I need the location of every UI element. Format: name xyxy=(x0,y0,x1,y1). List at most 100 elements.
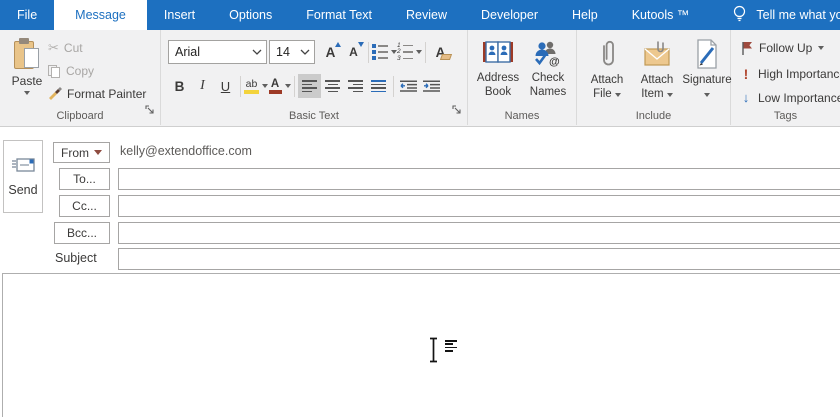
chevron-down-icon[interactable] xyxy=(300,49,310,55)
group-names: Address Book @ Check Names Names xyxy=(468,30,577,125)
check-names-icon: @ xyxy=(535,41,560,67)
font-size-combobox[interactable]: 14 xyxy=(269,40,315,64)
tab-file[interactable]: File xyxy=(0,0,54,30)
tab-review[interactable]: Review xyxy=(389,0,464,30)
from-dropdown-icon xyxy=(94,150,102,155)
tab-options[interactable]: Options xyxy=(212,0,289,30)
paste-dropdown-icon[interactable] xyxy=(24,91,30,95)
names-group-label: Names xyxy=(504,110,540,122)
ribbon-tab-bar: File Message Insert Options Format Text … xyxy=(0,0,840,30)
bold-button[interactable]: B xyxy=(168,74,191,98)
bold-icon: B xyxy=(174,78,185,94)
include-group-label: Include xyxy=(635,110,672,122)
copy-icon xyxy=(48,64,61,78)
underline-button[interactable]: U xyxy=(214,74,237,98)
check-names-label-line2: Names xyxy=(529,86,567,98)
numbering-button[interactable]: 1 2 3 xyxy=(397,40,422,64)
cut-button: ✂ Cut xyxy=(46,38,160,58)
signature-dropdown-icon[interactable] xyxy=(704,93,710,97)
numbering-dropdown-icon[interactable] xyxy=(416,50,422,54)
send-button[interactable]: Send xyxy=(3,140,43,213)
cc-input[interactable] xyxy=(118,195,840,217)
attach-item-dropdown-icon[interactable] xyxy=(666,93,673,97)
font-color-button[interactable]: A xyxy=(268,74,291,98)
clipboard-dialog-launcher-icon[interactable] xyxy=(145,102,155,120)
tab-help[interactable]: Help xyxy=(555,0,615,30)
align-left-icon xyxy=(302,80,317,92)
shrink-font-button[interactable]: A xyxy=(342,40,365,64)
clear-formatting-button[interactable]: A xyxy=(429,40,453,64)
low-importance-icon: ↓ xyxy=(742,90,750,105)
address-book-label-line1: Address xyxy=(476,72,520,84)
decrease-indent-button[interactable] xyxy=(397,74,420,98)
tab-insert[interactable]: Insert xyxy=(147,0,212,30)
lightbulb-icon xyxy=(732,5,747,26)
bcc-button[interactable]: Bcc... xyxy=(54,222,110,244)
justify-button[interactable] xyxy=(367,74,390,98)
from-address: kelly@extendoffice.com xyxy=(120,144,252,158)
bullets-button[interactable] xyxy=(372,40,397,64)
follow-up-dropdown-icon[interactable] xyxy=(818,46,825,50)
italic-button[interactable]: I xyxy=(191,74,214,98)
cc-button[interactable]: Cc... xyxy=(59,195,110,217)
tab-message[interactable]: Message xyxy=(54,0,147,30)
paste-button[interactable]: Paste xyxy=(6,36,48,112)
attach-file-dropdown-icon[interactable] xyxy=(614,93,621,97)
chevron-down-icon[interactable] xyxy=(252,49,262,55)
follow-up-button[interactable]: Follow Up xyxy=(740,41,825,55)
font-color-dropdown-icon[interactable] xyxy=(284,84,291,88)
to-button[interactable]: To... xyxy=(59,168,110,190)
attach-file-button[interactable]: Attach File xyxy=(583,35,631,115)
text-highlight-icon: ab xyxy=(244,78,259,94)
align-left-button[interactable] xyxy=(298,74,321,98)
signature-button[interactable]: Signature xyxy=(682,35,732,115)
group-tags: Follow Up ! High Importance ↓ Low Import… xyxy=(731,30,840,125)
bullets-icon xyxy=(372,44,388,60)
decrease-indent-icon xyxy=(400,80,417,92)
align-center-button[interactable] xyxy=(321,74,344,98)
arrow-down-icon xyxy=(358,42,364,47)
low-importance-label: Low Importance xyxy=(758,90,840,105)
ibeam-cursor-icon xyxy=(428,337,457,363)
high-importance-button[interactable]: ! High Importance xyxy=(740,66,840,82)
subject-label: Subject xyxy=(55,251,97,265)
cut-label: Cut xyxy=(63,41,83,55)
tab-kutools[interactable]: Kutools ™ xyxy=(615,0,707,30)
basic-text-dialog-launcher-icon[interactable] xyxy=(452,102,462,120)
subject-input[interactable] xyxy=(118,248,840,270)
to-label: To... xyxy=(73,172,96,186)
group-clipboard: Paste ✂ Cut Copy Format Painter Clipboar… xyxy=(0,30,161,125)
check-names-label-line1: Check xyxy=(531,72,565,84)
bcc-input[interactable] xyxy=(118,222,840,244)
message-body[interactable] xyxy=(2,273,840,417)
tab-developer[interactable]: Developer xyxy=(464,0,555,30)
format-painter-button[interactable]: Format Painter xyxy=(46,84,160,104)
from-label: From xyxy=(61,145,89,160)
copy-label: Copy xyxy=(66,64,95,78)
compose-area: Send From kelly@extendoffice.com To... C… xyxy=(0,128,840,417)
to-input[interactable] xyxy=(118,168,840,190)
tab-format-text[interactable]: Format Text xyxy=(289,0,389,30)
from-button[interactable]: From xyxy=(53,142,110,163)
font-color-icon: A xyxy=(268,78,282,94)
grow-font-icon: A xyxy=(325,44,336,60)
attach-item-icon xyxy=(644,41,670,66)
grow-font-button[interactable]: A xyxy=(319,40,342,64)
eraser-icon xyxy=(439,54,453,60)
attach-file-label-line1: Attach xyxy=(590,74,624,86)
follow-up-label: Follow Up xyxy=(759,41,813,55)
increase-indent-button[interactable] xyxy=(420,74,443,98)
align-right-button[interactable] xyxy=(344,74,367,98)
text-highlight-color-button[interactable]: ab xyxy=(244,74,268,98)
address-book-button[interactable]: Address Book xyxy=(474,35,522,115)
check-names-button[interactable]: @ Check Names xyxy=(524,35,572,115)
attach-item-button[interactable]: Attach Item xyxy=(633,35,681,115)
increase-indent-icon xyxy=(423,80,440,92)
bcc-label: Bcc... xyxy=(66,226,97,240)
low-importance-button[interactable]: ↓ Low Importance xyxy=(740,90,840,105)
send-envelope-icon xyxy=(12,157,35,172)
font-name-combobox[interactable]: Arial xyxy=(168,40,267,64)
basic-text-group-label: Basic Text xyxy=(289,110,339,122)
tags-group-label: Tags xyxy=(773,110,798,122)
tell-me-box[interactable]: Tell me what you want to do xyxy=(732,0,840,30)
